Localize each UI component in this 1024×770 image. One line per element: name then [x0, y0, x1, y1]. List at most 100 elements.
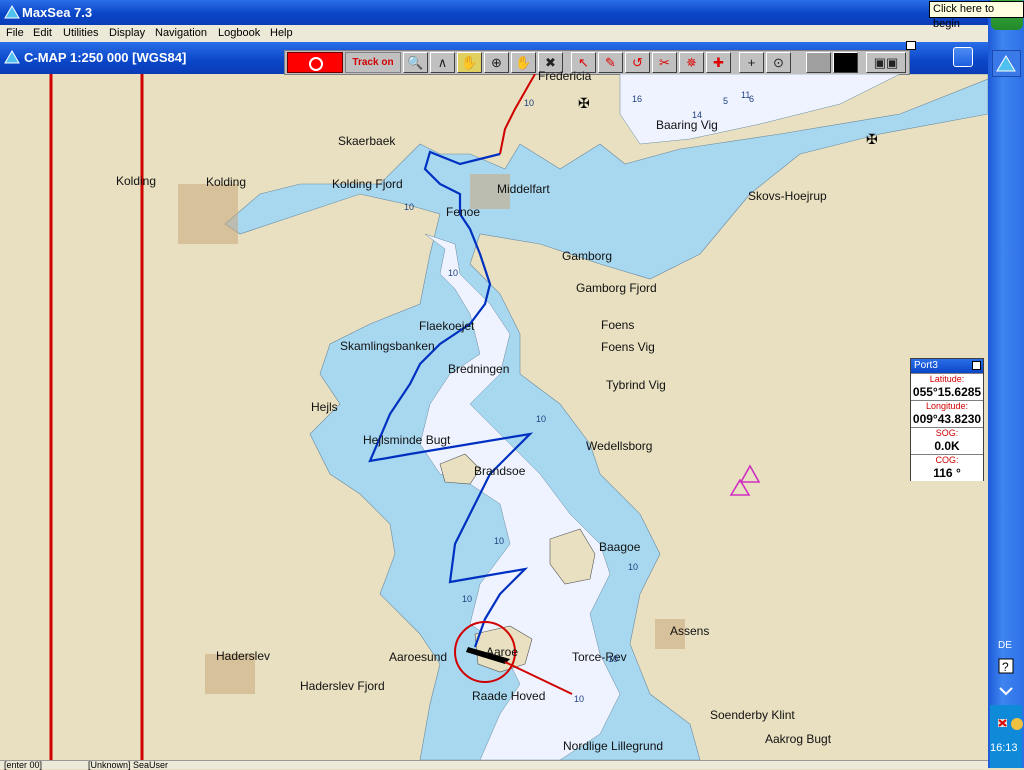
compass-tool[interactable]: ∧	[430, 52, 455, 73]
pencil-tool[interactable]: ✎	[598, 52, 623, 73]
town-kolding	[178, 184, 238, 244]
place-label: Gamborg Fjord	[576, 281, 657, 295]
window-title: MaxSea 7.3	[22, 5, 93, 20]
scissors-tool[interactable]: ✂	[652, 52, 677, 73]
menu-bar: File Edit Utilities Display Navigation L…	[0, 25, 988, 42]
place-label: Aakrog Bugt	[765, 732, 832, 746]
place-label: Aaroe	[486, 645, 519, 659]
chart-window-title: C-MAP 1:250 000 [WGS84]	[24, 50, 187, 65]
depth-label: 10	[608, 654, 619, 664]
depth-label: 10	[448, 268, 459, 278]
target-icon: ⊕	[491, 55, 502, 70]
place-label: Foens	[601, 318, 635, 332]
circle-target-tool[interactable]: ⊙	[766, 52, 791, 73]
status-left: [enter 00]	[4, 760, 43, 770]
target-tool[interactable]: ⊕	[484, 52, 509, 73]
record-button[interactable]	[287, 52, 343, 73]
depth-label: 10	[574, 694, 585, 704]
warning-icon[interactable]	[729, 464, 761, 496]
plus-icon: +	[747, 55, 756, 70]
place-label: Haderslev Fjord	[300, 679, 385, 693]
minimize-button[interactable]	[953, 47, 973, 67]
place-label: Soenderby Klint	[710, 708, 795, 722]
route-line	[499, 74, 536, 155]
taskbar-app-maxsea[interactable]	[992, 50, 1021, 77]
cog-label: COG:	[935, 455, 959, 465]
scissors-icon: ✂	[659, 55, 670, 70]
place-label: Hejls	[311, 400, 338, 414]
language-indicator[interactable]: DE	[998, 640, 1012, 651]
place-label: Baagoe	[599, 540, 641, 554]
latitude-value: 055°15.6285	[912, 385, 982, 399]
blank-tool[interactable]	[806, 52, 831, 73]
place-label: Gamborg	[562, 249, 613, 263]
tide-tool[interactable]: ↺	[625, 52, 650, 73]
place-label: Baaring Vig	[656, 118, 718, 132]
place-label: Aaroesund	[389, 650, 448, 664]
maxsea-icon	[996, 55, 1016, 72]
place-label: Flaekoejet	[419, 319, 475, 333]
longitude-cell: Longitude: 009°43.8230	[911, 400, 983, 427]
track-on-button[interactable]: Track on	[345, 52, 401, 73]
status-user: [Unknown] SeaUser	[88, 760, 169, 770]
toolbar-close-button[interactable]	[906, 41, 916, 50]
compass-icon: ∧	[437, 55, 448, 70]
waypoint-tool[interactable]: ✵	[679, 52, 704, 73]
menu-logbook[interactable]: Logbook	[218, 27, 260, 39]
chart-map[interactable]: ✠ ✠ Fredericia Baaring Vig Skaerbaek Kol…	[0, 69, 988, 760]
menu-file[interactable]: File	[6, 27, 24, 39]
depth-label: 10	[524, 98, 535, 108]
hand-tool[interactable]: ✋	[457, 52, 482, 73]
longitude-label: Longitude:	[925, 401, 969, 411]
black-box-tool[interactable]	[833, 52, 858, 73]
display-tool[interactable]: ▣▣	[866, 52, 906, 73]
sog-cell: SOG: 0.0K	[911, 427, 983, 454]
svg-text:?: ?	[1002, 660, 1009, 674]
title-bar: MaxSea 7.3	[0, 0, 988, 25]
place-label: Fenoe	[446, 205, 481, 219]
zoom-icon: 🔍	[407, 55, 424, 70]
zoom-tool[interactable]: 🔍	[403, 52, 428, 73]
wreck-icon: ✠	[866, 131, 878, 147]
pan-icon: ✚	[713, 55, 724, 70]
place-label: Nordlige Lillegrund	[563, 739, 664, 753]
port-info-panel[interactable]: Port3 Latitude: 055°15.6285 Longitude: 0…	[910, 358, 984, 481]
menu-edit[interactable]: Edit	[33, 27, 52, 39]
tide-icon: ↺	[632, 55, 643, 70]
tray-arrow-icon[interactable]	[997, 682, 1015, 698]
place-label: Skovs-Hoejrup	[748, 189, 827, 203]
place-label: Fredericia	[538, 69, 592, 83]
menu-display[interactable]: Display	[109, 27, 145, 39]
place-label: Middelfart	[497, 182, 550, 196]
place-label: Bredningen	[448, 362, 510, 376]
place-label: Tybrind Vig	[606, 378, 666, 392]
help-icon[interactable]: ?	[997, 658, 1015, 674]
depth-label: 5	[723, 96, 729, 106]
menu-navigation[interactable]: Navigation	[155, 27, 207, 39]
wreck-icon: ✠	[578, 95, 590, 111]
sog-value: 0.0K	[934, 439, 960, 453]
menu-utilities[interactable]: Utilities	[63, 27, 98, 39]
sog-label: SOG:	[935, 428, 959, 438]
place-label: Raade Hoved	[472, 689, 546, 703]
place-label: Wedellsborg	[586, 439, 653, 453]
toolbar: Track on 🔍 ∧ ✋ ⊕ ✋ ✖ ↖ ✎ ↺ ✂ ✵ ✚ + ⊙ ▣▣	[284, 50, 910, 75]
place-label: Brandsoe	[474, 464, 526, 478]
depth-label: 16	[632, 94, 643, 104]
port-info-close-button[interactable]	[972, 361, 981, 370]
place-label: Kolding Fjord	[332, 177, 403, 191]
menu-help[interactable]: Help	[270, 27, 293, 39]
circle-target-icon: ⊙	[773, 55, 784, 70]
volume-icon[interactable]	[1010, 716, 1024, 732]
depth-label: 10	[404, 202, 415, 212]
place-label: Skaerbaek	[338, 134, 396, 148]
latitude-label: Latitude:	[929, 374, 965, 384]
place-label: Torce-Rev	[572, 650, 627, 664]
pan-tool[interactable]: ✚	[706, 52, 731, 73]
taskbar	[988, 0, 1024, 768]
move-hand-tool[interactable]: ✋	[511, 52, 536, 73]
pointer-icon: ↖	[578, 55, 589, 70]
depth-label: 10	[462, 594, 473, 604]
plus-tool[interactable]: +	[739, 52, 764, 73]
depth-label: 6	[749, 94, 755, 104]
